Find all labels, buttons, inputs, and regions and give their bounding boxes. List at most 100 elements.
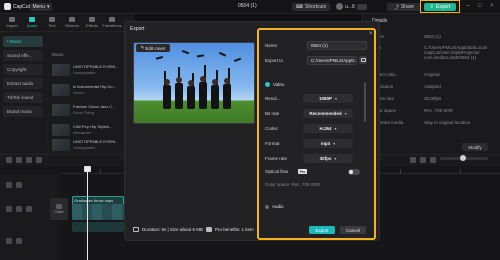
hide-track-icon[interactable] [16, 182, 22, 188]
list-item[interactable]: Fashion Clean Jazz C... Good Thing [52, 103, 132, 116]
video-clip-label: Graduates throw caps [74, 198, 114, 203]
select-tool-icon[interactable] [6, 157, 12, 163]
dialog-cancel-button[interactable]: Cancel [340, 226, 366, 234]
track-title: Fashion Clean Jazz C... [73, 104, 116, 109]
detail-key: Path [372, 45, 424, 60]
detail-row: Imported media Stay in original location [372, 120, 500, 125]
video-clip-thumbnails [72, 204, 124, 220]
snap-icon[interactable] [420, 157, 426, 163]
settings-scrollbar[interactable] [364, 82, 366, 122]
video-checkbox[interactable] [265, 82, 270, 87]
resolution-select[interactable]: 1080P ▾ [303, 94, 353, 103]
audio-icon [29, 17, 35, 22]
ruler-tick [460, 169, 461, 174]
framerate-select[interactable]: 30fps ▾ [303, 154, 353, 163]
modify-button[interactable]: Modify [462, 143, 488, 151]
graduate-head [188, 80, 194, 86]
codec-value: H.264 [319, 126, 332, 131]
pro-badge: Pro [298, 169, 307, 174]
tool-stickers[interactable]: Stickers [63, 14, 81, 31]
sidebar-item-sound-effects[interactable]: Sound effe... [3, 50, 43, 61]
format-value: mp4 [320, 141, 331, 146]
zoom-slider-handle[interactable] [460, 155, 466, 161]
project-title: 0504 (1) [238, 3, 257, 9]
sidebar-item-copyright[interactable]: Copyright [3, 64, 43, 75]
mute-track-icon[interactable] [16, 206, 22, 212]
name-label: Name [265, 43, 278, 48]
graduate-figure [223, 84, 231, 109]
export-summary: Duration: 6s | Size about 5 MB Pro benef… [133, 227, 254, 232]
codec-select[interactable]: H.264 ▾ [303, 124, 353, 133]
share-label: Share [400, 4, 415, 10]
user-label: u...8 [345, 3, 355, 10]
mic-icon[interactable] [410, 157, 416, 163]
redo-icon[interactable] [26, 157, 32, 163]
format-select[interactable]: mp4 ▾ [303, 139, 353, 148]
track-thumbnail [52, 123, 70, 136]
export-path-input[interactable]: C:/Users/PMLS/AppD... [307, 56, 357, 65]
sidebar-item-brand-music[interactable]: Brand music [3, 106, 43, 117]
track-title: ls Instrumental Hip-Ho... [73, 84, 116, 89]
lock-track-icon[interactable] [6, 238, 12, 244]
pro-icon [205, 227, 212, 232]
track-title: UNSTOPPABLE EVENI... [73, 64, 119, 69]
list-item[interactable]: Chill Pop Hip Stylish ... Alexander [52, 123, 132, 136]
undo-icon[interactable] [16, 157, 22, 163]
tool-text[interactable]: Text [43, 14, 61, 31]
audio-clip[interactable] [72, 222, 124, 232]
detail-key: Imported media [372, 120, 404, 125]
cover-button[interactable]: Cover [50, 198, 68, 220]
membership-icon [356, 3, 367, 10]
dialog-export-button[interactable]: Export [309, 226, 335, 234]
detail-key: Color space [372, 108, 397, 113]
sidebar-item-extract-audio[interactable]: Extract audio [3, 78, 43, 89]
close-window-icon[interactable]: × [490, 3, 494, 9]
track-thumbnail [52, 83, 70, 96]
track-artist: Alexander [73, 130, 92, 135]
playhead[interactable] [87, 170, 88, 260]
lock-track-icon[interactable] [6, 206, 12, 212]
user-account[interactable]: u...8 [336, 3, 367, 10]
graduate-figure [211, 85, 219, 109]
export-button[interactable]: ⇪ Export [424, 2, 456, 11]
hide-track-icon[interactable] [26, 206, 32, 212]
edit-cover-button[interactable]: ✎ Edit cover [136, 44, 170, 52]
video-section-header[interactable]: Video [265, 82, 284, 87]
minimize-icon[interactable]: – [466, 3, 469, 9]
tool-effects[interactable]: Effects [83, 14, 101, 31]
optical-flow-toggle[interactable] [348, 169, 360, 175]
browse-folder-button[interactable] [359, 56, 367, 64]
audio-checkbox[interactable] [265, 204, 269, 209]
tool-import[interactable]: Import [3, 14, 21, 31]
mute-track-icon[interactable] [16, 238, 22, 244]
tool-transitions[interactable]: Transitions [102, 14, 122, 31]
list-item[interactable]: UNSTOPPABLE EVENI... Unstoppable [52, 63, 132, 76]
pro-benefits-text: Pro benefits: 1 item [214, 227, 254, 232]
graduate-head [200, 76, 206, 82]
tool-audio[interactable]: Audio [23, 14, 41, 31]
chevron-down-icon: ▾ [334, 156, 337, 161]
menu-button[interactable]: Menu ▾ [30, 3, 52, 11]
close-dialog-icon[interactable]: × [369, 31, 373, 37]
split-icon[interactable] [36, 157, 42, 163]
bitrate-label: Bit rate [265, 111, 280, 116]
tool-label: Audio [26, 23, 38, 28]
graduate-head [176, 77, 182, 83]
sidebar-item-tiktok-sound[interactable]: TikTok sound [3, 92, 43, 103]
name-input[interactable]: 0504 (1) [307, 41, 367, 50]
cover-preview[interactable] [133, 42, 255, 124]
framerate-value: 30fps [319, 156, 332, 161]
audio-section-header[interactable]: Audio [265, 204, 284, 209]
list-item[interactable]: UNSTOPPABLE EVENI... Unstoppable [52, 138, 132, 151]
bitrate-select[interactable]: Recommended ▾ [303, 109, 353, 118]
maximize-icon[interactable]: □ [478, 3, 482, 9]
shortcuts-button[interactable]: ⌨ Shortcuts [292, 3, 330, 11]
list-item[interactable]: ls Instrumental Hip-Ho... Xenon [52, 83, 132, 96]
share-button[interactable]: ⤴ Share [387, 3, 421, 11]
sidebar-item-music[interactable]: • Music [3, 36, 43, 47]
chevron-down-icon: ▾ [335, 96, 338, 101]
lock-track-icon[interactable] [6, 182, 12, 188]
video-section-label: Video [273, 82, 285, 87]
link-icon[interactable] [430, 157, 436, 163]
graduate-head [224, 78, 230, 84]
